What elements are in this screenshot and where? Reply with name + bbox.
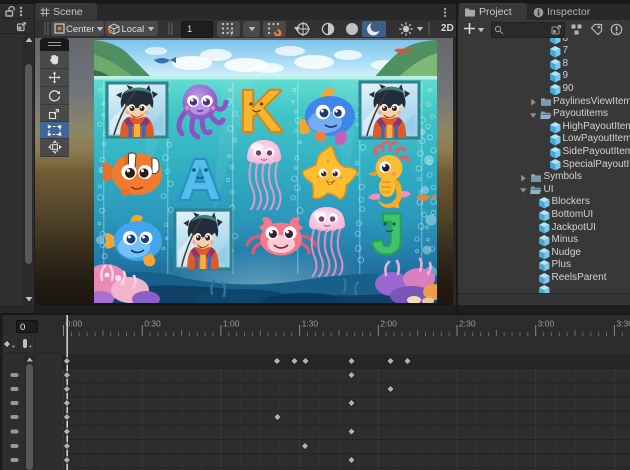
svg-text:0: 0 [20,322,25,333]
svg-text:0:00: 0:00 [66,319,83,329]
svg-text:K: K [240,79,282,144]
svg-text:1:30: 1:30 [302,319,319,329]
svg-text:3:30: 3:30 [616,319,630,329]
svg-text:2:00: 2:00 [380,319,397,329]
svg-text:J: J [372,202,403,265]
svg-text:2:30: 2:30 [459,319,476,329]
svg-text:1:00: 1:00 [223,319,240,329]
svg-text:Y: Y [229,31,234,37]
svg-text:A: A [179,148,220,212]
svg-text:3:00: 3:00 [538,319,555,329]
svg-text:+: + [29,345,33,351]
svg-text:0:30: 0:30 [144,319,161,329]
svg-text:+: + [12,345,16,351]
